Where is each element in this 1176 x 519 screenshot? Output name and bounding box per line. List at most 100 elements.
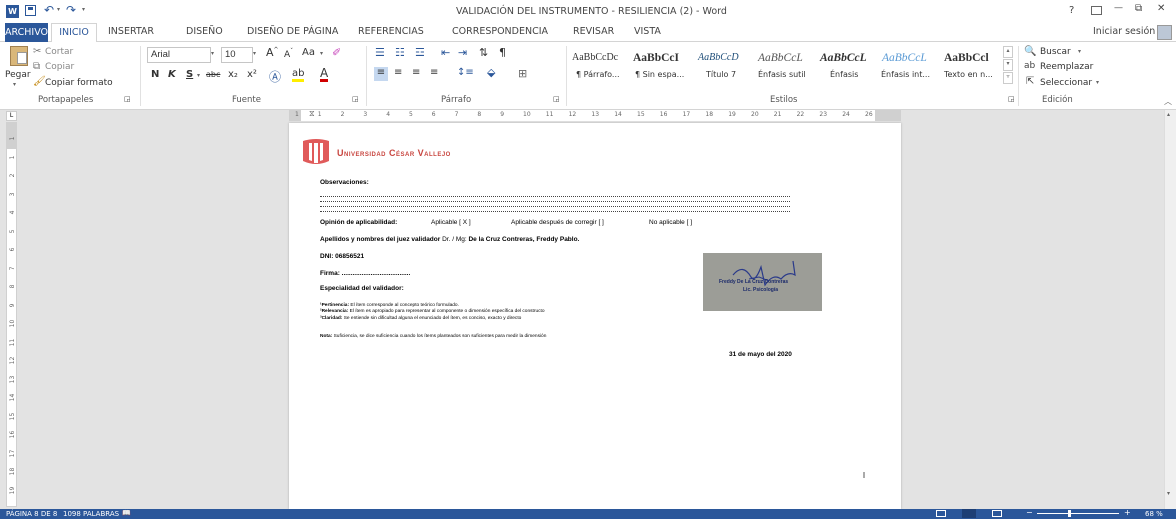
tab-diseno-pagina[interactable]: DISEÑO DE PÁGINA (247, 26, 338, 37)
tab-inicio[interactable]: INICIO (51, 23, 97, 43)
zoom-in-icon[interactable]: + (1124, 508, 1131, 517)
find-dropdown-icon[interactable]: ▾ (1078, 48, 1081, 55)
style-no-spacing[interactable]: AaBbCcI ¶ Sin espa... (633, 46, 697, 82)
select-button[interactable]: Seleccionar (1040, 78, 1092, 88)
align-right-icon[interactable]: ≡ (412, 67, 420, 78)
tab-selector-icon[interactable]: L (6, 111, 17, 121)
styles-scroll-up-icon[interactable]: ▴ (1003, 46, 1013, 58)
font-size-dropdown-icon[interactable]: ▾ (253, 50, 256, 57)
style-intense-emphasis[interactable]: AaBbCcL Énfasis int... (881, 46, 942, 82)
tab-vista[interactable]: VISTA (634, 26, 661, 37)
numbering-icon[interactable]: ☷ (395, 46, 405, 59)
tab-revisar[interactable]: REVISAR (573, 26, 614, 37)
strikethrough-button[interactable]: abc (206, 70, 220, 79)
align-left-icon[interactable]: ≡ (374, 67, 388, 81)
font-size-box[interactable]: 10 (221, 47, 253, 63)
styles-scroll-down-icon[interactable]: ▾ (1003, 59, 1013, 71)
minimize-button[interactable]: — (1114, 3, 1123, 13)
qat-customize-icon[interactable]: ▾ (82, 6, 85, 13)
scroll-down-icon[interactable]: ▾ (1167, 490, 1170, 497)
paste-button[interactable]: Pegar (5, 70, 31, 80)
font-family-box[interactable]: Arial (147, 47, 211, 63)
vertical-ruler[interactable]: 1 1 2 3 4 5 6 7 8 9 10 11 12 13 14 15 16 17 18 19 (6, 122, 17, 507)
styles-more-icon[interactable]: ▿ (1003, 72, 1013, 84)
tab-correspondencia[interactable]: CORRESPONDENCIA (452, 26, 548, 37)
style-emphasis[interactable]: AaBbCcL Énfasis (820, 46, 878, 82)
read-mode-icon[interactable] (936, 510, 946, 517)
style-subtle-emphasis[interactable]: AaBbCcL Énfasis sutil (758, 46, 818, 82)
select-icon[interactable]: ⇱ (1026, 76, 1034, 87)
user-avatar[interactable] (1157, 25, 1172, 40)
text-effects-icon[interactable]: Ⓐ (269, 68, 281, 85)
paste-icon[interactable] (10, 46, 28, 66)
tab-referencias[interactable]: REFERENCIAS (358, 26, 424, 37)
shading-icon[interactable]: ⬙ (487, 66, 495, 79)
styles-launcher-icon[interactable]: ◲ (1008, 95, 1015, 103)
style-heading-7[interactable]: AaBbCcD Título 7 (698, 46, 756, 82)
grow-font-icon[interactable]: A^ (266, 46, 279, 59)
find-button[interactable]: Buscar (1040, 47, 1071, 57)
change-case-button[interactable]: Aa (302, 47, 315, 58)
tab-insertar[interactable]: INSERTAR (108, 26, 154, 37)
sort-icon[interactable]: ⇅ (479, 46, 488, 59)
help-button[interactable]: ? (1069, 5, 1074, 16)
change-case-dropdown-icon[interactable]: ▾ (320, 50, 323, 57)
highlight-color-icon[interactable]: ab (292, 68, 305, 82)
bullets-icon[interactable]: ☰ (375, 46, 385, 59)
format-painter-icon[interactable]: 🖌 (33, 76, 46, 87)
font-launcher-icon[interactable]: ◲ (352, 95, 359, 103)
underline-dropdown-icon[interactable]: ▾ (197, 72, 200, 79)
zoom-level[interactable]: 68 % (1145, 510, 1163, 518)
redo-icon[interactable]: ↷ (66, 3, 76, 17)
signin-link[interactable]: Iniciar sesión (1093, 26, 1155, 37)
select-dropdown-icon[interactable]: ▾ (1096, 79, 1099, 86)
show-marks-icon[interactable]: ¶ (499, 46, 506, 59)
zoom-slider-thumb[interactable] (1068, 510, 1071, 517)
decrease-indent-icon[interactable]: ⇤ (441, 46, 450, 59)
print-layout-icon[interactable] (962, 509, 976, 518)
paragraph-launcher-icon[interactable]: ◲ (553, 95, 560, 103)
superscript-button[interactable]: x² (247, 69, 257, 80)
shrink-font-icon[interactable]: Aˇ (284, 48, 293, 60)
copy-icon[interactable]: ⧉ (33, 61, 40, 72)
vertical-scrollbar[interactable]: ▴ ▾ (1164, 110, 1176, 509)
indent-marker-icon[interactable]: ⧖ (309, 109, 315, 119)
font-family-dropdown-icon[interactable]: ▾ (211, 50, 214, 57)
zoom-out-icon[interactable]: − (1026, 508, 1033, 517)
tab-diseno[interactable]: DISEÑO (186, 26, 223, 37)
word-count[interactable]: 1098 PALABRAS (63, 510, 119, 518)
cut-icon[interactable]: ✂ (33, 46, 41, 57)
borders-icon[interactable]: ⊞ (518, 67, 527, 80)
paste-dropdown-icon[interactable]: ▾ (13, 81, 16, 88)
close-button[interactable]: ✕ (1157, 3, 1165, 14)
signature-stamp-image[interactable]: Freddy De La Cruz Contreras Lic. Psicolo… (703, 253, 822, 311)
copy-button[interactable]: Copiar (45, 62, 74, 72)
bold-button[interactable]: N (151, 69, 159, 80)
subscript-button[interactable]: x₂ (228, 69, 238, 80)
align-center-icon[interactable]: ≡ (394, 67, 402, 78)
undo-icon[interactable]: ↶ (44, 3, 54, 17)
clipboard-launcher-icon[interactable]: ◲ (124, 95, 131, 103)
cut-button[interactable]: Cortar (45, 47, 73, 57)
style-body-text[interactable]: AaBbCcl Texto en n... (944, 46, 1004, 82)
clear-format-icon[interactable]: ✐ (332, 46, 341, 59)
tab-archivo[interactable]: ARCHIVO (5, 23, 48, 42)
ribbon-display-options-button[interactable] (1091, 6, 1102, 15)
page-count[interactable]: PÁGINA 8 DE 8 (6, 510, 57, 518)
italic-button[interactable]: K (168, 69, 176, 80)
undo-dropdown-icon[interactable]: ▾ (57, 6, 60, 13)
justify-icon[interactable]: ≡ (430, 67, 438, 78)
format-painter-button[interactable]: Copiar formato (45, 78, 113, 88)
replace-icon[interactable]: ab (1024, 61, 1035, 71)
document-page[interactable]: Universidad César Vallejo Observaciones:… (289, 123, 901, 509)
increase-indent-icon[interactable]: ⇥ (458, 46, 467, 59)
zoom-slider[interactable] (1037, 513, 1119, 514)
web-layout-icon[interactable] (992, 510, 1002, 517)
collapse-ribbon-icon[interactable]: ︿ (1164, 96, 1172, 107)
underline-button[interactable]: S (186, 69, 193, 80)
style-normal[interactable]: AaBbCcDc ¶ Párrafo... (572, 46, 630, 82)
multilevel-list-icon[interactable]: ☲ (415, 46, 425, 59)
line-spacing-icon[interactable]: ↕≡ (457, 67, 474, 78)
horizontal-ruler[interactable]: ⧖ 1 1 2 3 4 5 6 7 8 9 10 11 12 13 14 15 16 17 18 19 20 21 22 23… (289, 109, 901, 121)
font-color-icon[interactable]: A (320, 67, 329, 82)
